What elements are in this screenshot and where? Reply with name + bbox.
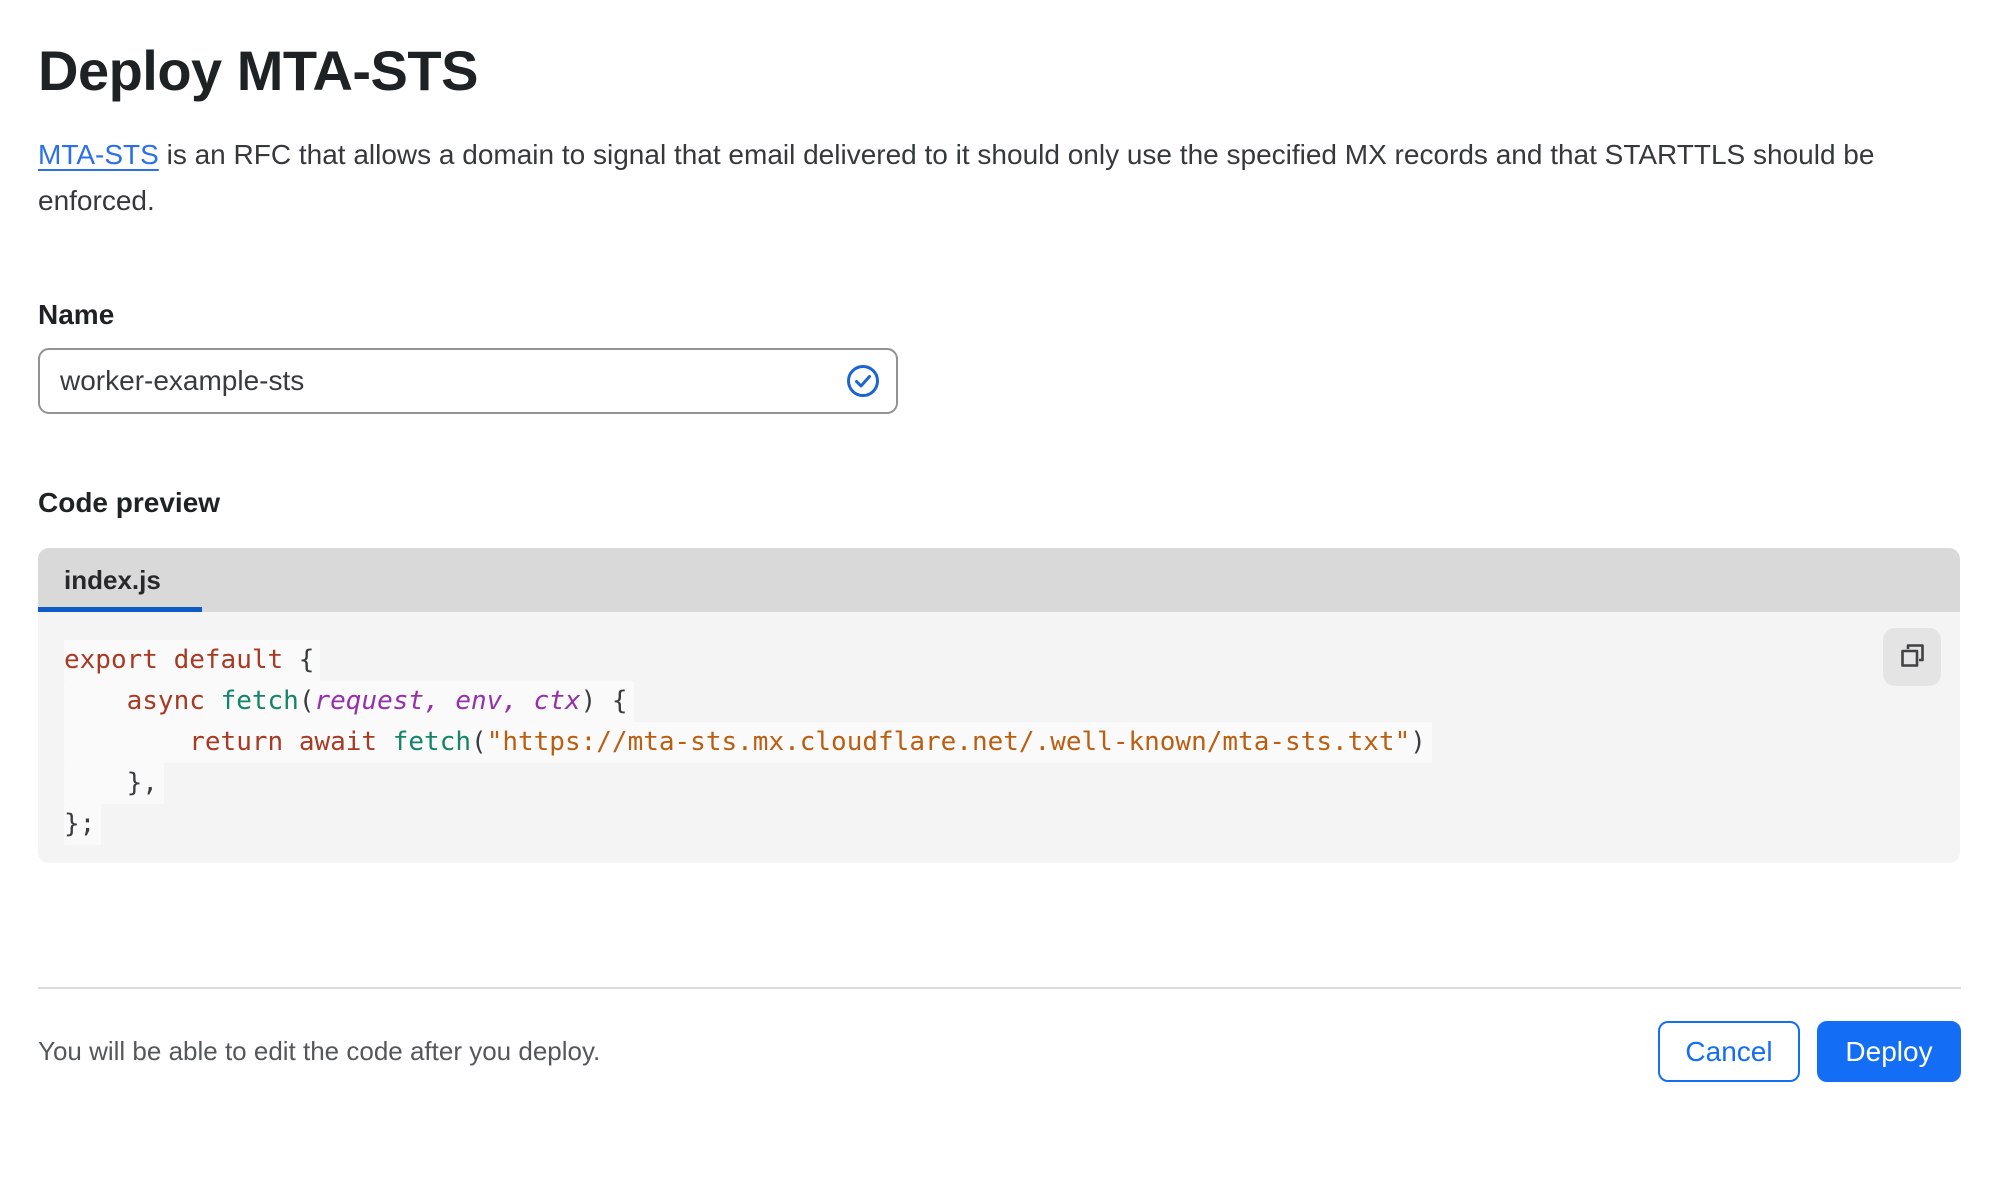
page-title: Deploy MTA-STS xyxy=(38,39,478,102)
code-tab-bar: index.js xyxy=(38,548,1960,612)
footer-bar: You will be able to edit the code after … xyxy=(0,989,1999,1082)
code-line: }, xyxy=(64,763,1880,804)
worker-name-input[interactable] xyxy=(38,348,898,414)
description-rest: is an RFC that allows a domain to signal… xyxy=(38,139,1875,216)
name-label: Name xyxy=(38,299,115,330)
description-text: MTA-STS is an RFC that allows a domain t… xyxy=(38,132,1948,224)
tab-index-js[interactable]: index.js xyxy=(38,548,202,612)
deploy-button[interactable]: Deploy xyxy=(1817,1021,1961,1082)
code-line: async fetch(request, env, ctx) { xyxy=(64,681,1880,722)
copy-code-button[interactable] xyxy=(1883,628,1941,686)
code-line: return await fetch("https://mta-sts.mx.c… xyxy=(64,722,1880,763)
footer-note: You will be able to edit the code after … xyxy=(38,1036,601,1066)
check-circle-icon xyxy=(846,364,880,398)
name-input-wrap xyxy=(38,348,898,414)
code-lines: export default { async fetch(request, en… xyxy=(64,640,1880,845)
copy-icon xyxy=(1899,642,1926,672)
code-preview-label: Code preview xyxy=(38,487,221,518)
code-preview-block: index.js export default { async fetch(re… xyxy=(38,548,1960,863)
deploy-mta-sts-page: Deploy MTA-STS MTA-STS is an RFC that al… xyxy=(0,40,1999,863)
code-line: export default { xyxy=(64,640,1880,681)
footer-actions: Cancel Deploy xyxy=(1658,1021,1961,1082)
code-editor-area: export default { async fetch(request, en… xyxy=(38,612,1960,863)
cancel-button[interactable]: Cancel xyxy=(1658,1021,1800,1082)
mta-sts-link[interactable]: MTA-STS xyxy=(38,139,159,170)
code-line: }; xyxy=(64,804,1880,845)
